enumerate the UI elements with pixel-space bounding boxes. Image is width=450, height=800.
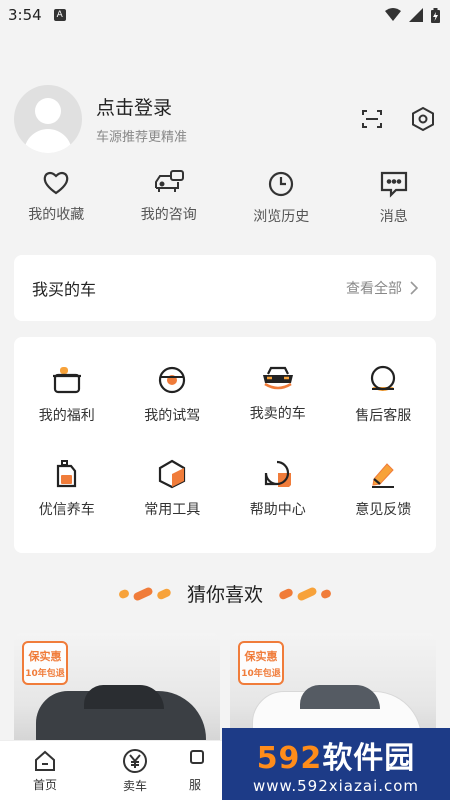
my-orders-card[interactable]: 我买的车 查看全部 — [14, 255, 436, 321]
tab-home[interactable]: 首页 — [0, 741, 90, 800]
warranty-badge: 保实惠 10年包退 — [22, 641, 68, 685]
view-all-link[interactable]: 查看全部 — [346, 278, 418, 298]
service-feedback[interactable]: 意见反馈 — [331, 459, 437, 553]
cube-icon — [159, 459, 186, 489]
avatar[interactable] — [14, 85, 82, 153]
tab-sell-car[interactable]: 卖车 — [90, 741, 180, 800]
yuan-icon — [123, 748, 147, 773]
oil-can-icon — [56, 460, 76, 488]
settings-hexagon-icon[interactable] — [410, 106, 436, 132]
heart-icon — [43, 171, 69, 195]
service-test-drive[interactable]: 我的试驾 — [120, 365, 226, 459]
service-customer-service[interactable]: 售后客服 — [331, 365, 437, 459]
status-bar: 3:54 A — [0, 0, 450, 30]
login-link[interactable]: 点击登录 — [96, 93, 187, 120]
view-all-label: 查看全部 — [346, 281, 402, 297]
watermark-url: www.592xiazai.com — [252, 777, 420, 795]
car-front-icon — [262, 366, 293, 390]
service-maintenance[interactable]: 优信养车 — [14, 459, 120, 553]
tab-label: 首页 — [32, 777, 57, 792]
my-orders-title: 我买的车 — [32, 280, 97, 299]
service-label: 意见反馈 — [355, 502, 412, 518]
scan-icon[interactable] — [360, 107, 384, 131]
help-bubble-icon — [264, 460, 291, 487]
quick-link-consult[interactable]: 我的咨询 — [113, 170, 226, 226]
notification-icon: A — [53, 9, 66, 21]
quick-link-favorites[interactable]: 我的收藏 — [0, 170, 113, 226]
service-label: 我卖的车 — [249, 406, 306, 422]
service-label: 我的试驾 — [144, 408, 201, 424]
wifi-icon — [385, 8, 401, 21]
service-label: 优信养车 — [38, 502, 95, 518]
customer-service-icon — [371, 365, 396, 391]
quick-link-label: 我的收藏 — [28, 207, 85, 223]
quick-link-label: 消息 — [379, 209, 408, 225]
tab-service[interactable]: 服 — [180, 741, 210, 800]
steering-wheel-icon — [159, 366, 186, 394]
services-grid: 我的福利 我的试驾 我卖的车 售后客服 优信养车 常用工具 帮助中心 意见反馈 — [14, 337, 436, 553]
service-label: 我的福利 — [38, 408, 95, 424]
recommend-title: 猜你喜欢 — [186, 584, 263, 606]
signal-icon — [409, 8, 423, 22]
car-card[interactable]: 保实惠 10年包退 — [14, 633, 220, 753]
service-help-center[interactable]: 帮助中心 — [225, 459, 331, 553]
status-time: 3:54 — [8, 6, 42, 24]
quick-link-history[interactable]: 浏览历史 — [225, 170, 338, 226]
clock-icon — [269, 171, 294, 197]
service-welfare[interactable]: 我的福利 — [14, 365, 120, 459]
decor-right — [277, 585, 333, 602]
service-tools[interactable]: 常用工具 — [120, 459, 226, 553]
gift-box-icon — [52, 367, 81, 394]
consult-car-icon — [154, 170, 184, 192]
pencil-icon — [372, 463, 395, 488]
tab-label: 服 — [188, 777, 201, 792]
recommend-heading: 猜你喜欢 — [0, 580, 450, 607]
service-sold-cars[interactable]: 我卖的车 — [225, 365, 331, 459]
message-icon — [380, 171, 407, 198]
profile-header: 点击登录 车源推荐更精准 — [14, 84, 436, 154]
quick-links: 我的收藏 我的咨询 浏览历史 消息 — [0, 170, 450, 226]
service-label: 售后客服 — [355, 408, 412, 424]
service-label: 常用工具 — [144, 502, 201, 518]
site-watermark: 592软件园 www.592xiazai.com — [222, 728, 450, 800]
watermark-brand: 592软件园 — [256, 741, 416, 776]
decor-left — [117, 585, 173, 602]
service-label: 帮助中心 — [249, 502, 306, 518]
service-icon — [190, 749, 204, 764]
battery-icon — [431, 7, 440, 23]
quick-link-messages[interactable]: 消息 — [338, 170, 450, 226]
warranty-badge: 保实惠 10年包退 — [238, 641, 284, 685]
quick-link-label: 浏览历史 — [253, 209, 310, 225]
tab-label: 卖车 — [122, 778, 147, 793]
chevron-right-icon — [410, 281, 418, 295]
quick-link-label: 我的咨询 — [140, 207, 197, 223]
login-subtitle: 车源推荐更精准 — [96, 130, 188, 145]
home-icon — [35, 750, 55, 771]
